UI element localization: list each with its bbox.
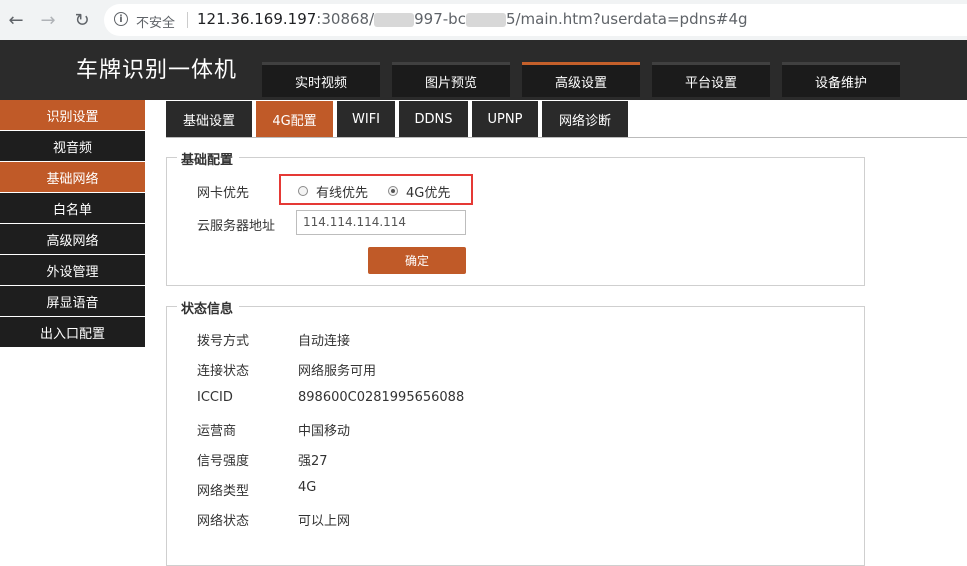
info-icon[interactable]: i [114, 12, 128, 26]
tab-label: 图片预览 [424, 75, 477, 91]
sidebar-item-basic-network[interactable]: 基础网络 [0, 162, 145, 192]
cloud-server-label: 云服务器地址 [197, 219, 276, 234]
cloud-server-input[interactable]: 114.114.114.114 [296, 210, 466, 235]
4g-priority-label[interactable]: 4G优先 [406, 182, 450, 201]
sidebar-item-audio-video[interactable]: 视音频 [0, 131, 145, 161]
url-part3: 5/main.htm?userdata=pdns#4g [505, 10, 748, 28]
sidebar-item-peripheral-management[interactable]: 外设管理 [0, 255, 145, 285]
basic-config-fieldset: 基础配置 网卡优先 云服务器地址 [166, 149, 865, 286]
sidebar-item-display-voice[interactable]: 屏显语音 [0, 286, 145, 316]
network-status-value: 可以上网 [298, 514, 351, 529]
connection-status-value: 网络服务可用 [298, 364, 377, 379]
basic-config-legend: 基础配置 [177, 149, 240, 168]
carrier-label: 运营商 [197, 424, 237, 439]
insecure-label: 不安全 [136, 16, 176, 31]
iccid-value: 898600C0281995656088 [298, 390, 465, 405]
nic-priority-label: 网卡优先 [197, 186, 250, 201]
tab-label: 平台设置 [684, 75, 737, 91]
browser-toolbar: ← → ↻ i 不安全 121.36.169.197:30868/997-bc 5… [0, 0, 967, 41]
address-separator [187, 12, 188, 28]
confirm-button[interactable]: 确定 [368, 247, 466, 274]
url-host: 121.36.169.197 [197, 10, 317, 28]
subtab-wifi[interactable]: WIFI [337, 101, 395, 137]
tab-platform-settings[interactable]: 平台设置 [652, 62, 770, 97]
redacted-block [374, 12, 415, 27]
tab-label: 高级设置 [554, 75, 607, 91]
4g-priority-radio[interactable] [388, 186, 398, 196]
sidebar-item-recognition-settings[interactable]: 识别设置 [0, 100, 145, 130]
sidebar: 识别设置 视音频 基础网络 白名单 高级网络 外设管理 屏显语音 出入口配置 [0, 100, 145, 348]
dial-mode-value: 自动连接 [298, 334, 351, 349]
subtab-basic-settings[interactable]: 基础设置 [166, 101, 252, 137]
url-part2: 997-bc [414, 10, 466, 28]
sidebar-item-advanced-network[interactable]: 高级网络 [0, 224, 145, 254]
connection-status-label: 连接状态 [197, 364, 250, 379]
tab-image-preview[interactable]: 图片预览 [392, 62, 510, 97]
wired-priority-label[interactable]: 有线优先 [316, 182, 368, 201]
reload-icon[interactable]: ↻ [70, 8, 94, 32]
signal-strength-label: 信号强度 [197, 454, 250, 469]
subtab-4g-config[interactable]: 4G配置 [256, 101, 333, 137]
back-arrow-icon[interactable]: ← [4, 8, 28, 32]
carrier-value: 中国移动 [298, 424, 351, 439]
tab-label: 设备维护 [814, 75, 867, 91]
tab-device-maintenance[interactable]: 设备维护 [782, 62, 900, 97]
network-status-label: 网络状态 [197, 514, 250, 529]
dial-mode-label: 拨号方式 [197, 334, 250, 349]
tab-live-video[interactable]: 实时视频 [262, 62, 380, 97]
app-title: 车牌识别一体机 [76, 58, 238, 83]
subtab-network-diagnosis[interactable]: 网络诊断 [542, 101, 628, 137]
network-type-label: 网络类型 [197, 484, 250, 499]
status-info-fieldset: 状态信息 拨号方式 自动连接 连接状态 网络服务可用 ICCID 898600C… [166, 298, 865, 566]
url-port: :30868/ [316, 10, 375, 28]
redacted-block [465, 12, 506, 27]
url-text[interactable]: 121.36.169.197:30868/997-bc 5/main.htm?us… [197, 10, 748, 28]
subtab-ddns[interactable]: DDNS [399, 101, 468, 137]
status-info-legend: 状态信息 [177, 298, 240, 317]
sidebar-item-entrance-exit-config[interactable]: 出入口配置 [0, 317, 145, 347]
network-type-value: 4G [298, 480, 317, 495]
tab-label: 实时视频 [294, 75, 347, 91]
sidebar-item-whitelist[interactable]: 白名单 [0, 193, 145, 223]
iccid-label: ICCID [197, 390, 233, 405]
subtab-underline [166, 137, 967, 138]
subtab-upnp[interactable]: UPNP [472, 101, 538, 137]
wired-priority-radio[interactable] [298, 186, 308, 196]
forward-arrow-icon[interactable]: → [36, 8, 60, 32]
tab-advanced-settings[interactable]: 高级设置 [522, 62, 640, 97]
app-header: 车牌识别一体机 实时视频 图片预览 高级设置 平台设置 设备维护 [0, 40, 967, 100]
signal-strength-value: 强27 [298, 454, 328, 469]
address-bar[interactable]: i 不安全 121.36.169.197:30868/997-bc 5/main.… [104, 4, 967, 36]
